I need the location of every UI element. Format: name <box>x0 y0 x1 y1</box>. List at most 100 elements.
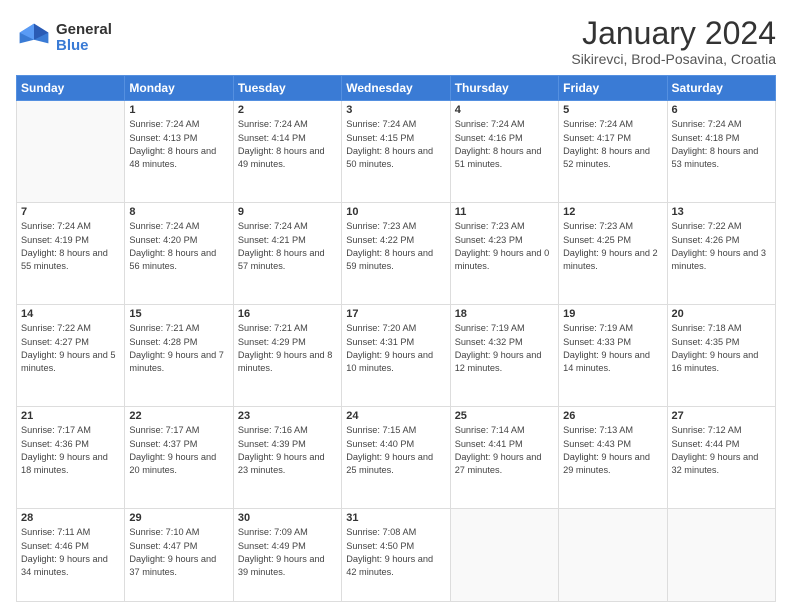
day-number: 4 <box>455 104 554 116</box>
day-info: Sunrise: 7:19 AM Sunset: 4:33 PM Dayligh… <box>563 322 662 375</box>
calendar-cell-w0d5: 5 Sunrise: 7:24 AM Sunset: 4:17 PM Daylig… <box>559 101 667 203</box>
calendar-cell-w2d4: 18 Sunrise: 7:19 AM Sunset: 4:32 PM Dayli… <box>450 305 558 407</box>
day-number: 21 <box>21 410 120 422</box>
day-number: 29 <box>129 512 228 524</box>
calendar-cell-w0d0 <box>17 101 125 203</box>
calendar-cell-w1d1: 8 Sunrise: 7:24 AM Sunset: 4:20 PM Daylig… <box>125 203 233 305</box>
day-number: 26 <box>563 410 662 422</box>
calendar-cell-w0d3: 3 Sunrise: 7:24 AM Sunset: 4:15 PM Daylig… <box>342 101 450 203</box>
day-number: 15 <box>129 308 228 320</box>
day-number: 14 <box>21 308 120 320</box>
calendar-cell-w4d4 <box>450 509 558 602</box>
day-number: 19 <box>563 308 662 320</box>
day-info: Sunrise: 7:24 AM Sunset: 4:18 PM Dayligh… <box>672 118 771 171</box>
day-number: 27 <box>672 410 771 422</box>
calendar-cell-w1d2: 9 Sunrise: 7:24 AM Sunset: 4:21 PM Daylig… <box>233 203 341 305</box>
calendar-cell-w4d3: 31 Sunrise: 7:08 AM Sunset: 4:50 PM Dayli… <box>342 509 450 602</box>
header-thursday: Thursday <box>450 76 558 101</box>
calendar-cell-w2d2: 16 Sunrise: 7:21 AM Sunset: 4:29 PM Dayli… <box>233 305 341 407</box>
day-info: Sunrise: 7:22 AM Sunset: 4:26 PM Dayligh… <box>672 220 771 273</box>
calendar-cell-w3d1: 22Sunrise: 7:17 AM Sunset: 4:37 PM Dayli… <box>125 407 233 509</box>
day-info: Sunrise: 7:23 AM Sunset: 4:25 PM Dayligh… <box>563 220 662 273</box>
day-number: 18 <box>455 308 554 320</box>
calendar-cell-w0d4: 4 Sunrise: 7:24 AM Sunset: 4:16 PM Daylig… <box>450 101 558 203</box>
day-info: Sunrise: 7:15 AM Sunset: 4:40 PM Dayligh… <box>346 424 445 477</box>
day-number: 10 <box>346 206 445 218</box>
header-monday: Monday <box>125 76 233 101</box>
calendar-cell-w3d0: 21 Sunrise: 7:17 AM Sunset: 4:36 PM Dayli… <box>17 407 125 509</box>
week-row-4: 28 Sunrise: 7:11 AM Sunset: 4:46 PM Dayli… <box>17 509 776 602</box>
page: General Blue January 2024 Sikirevci, Bro… <box>0 0 792 612</box>
day-info: Sunrise: 7:19 AM Sunset: 4:32 PM Dayligh… <box>455 322 554 375</box>
day-info: Sunrise: 7:24 AM Sunset: 4:21 PM Dayligh… <box>238 220 337 273</box>
day-number: 12 <box>563 206 662 218</box>
day-number: 25 <box>455 410 554 422</box>
day-info: Sunrise: 7:24 AM Sunset: 4:13 PM Dayligh… <box>129 118 228 171</box>
day-number: 3 <box>346 104 445 116</box>
calendar-cell-w4d0: 28 Sunrise: 7:11 AM Sunset: 4:46 PM Dayli… <box>17 509 125 602</box>
day-number: 28 <box>21 512 120 524</box>
day-info: Sunrise: 7:17 AM Sunset: 4:36 PM Dayligh… <box>21 424 120 477</box>
day-number: 11 <box>455 206 554 218</box>
day-number: 8 <box>129 206 228 218</box>
header-friday: Friday <box>559 76 667 101</box>
day-info: Sunrise: 7:24 AM Sunset: 4:17 PM Dayligh… <box>563 118 662 171</box>
day-info: Sunrise: 7:24 AM Sunset: 4:14 PM Dayligh… <box>238 118 337 171</box>
day-number: 23 <box>238 410 337 422</box>
day-info: Sunrise: 7:21 AM Sunset: 4:28 PM Dayligh… <box>129 322 228 375</box>
calendar-cell-w4d5 <box>559 509 667 602</box>
day-info: Sunrise: 7:14 AM Sunset: 4:41 PM Dayligh… <box>455 424 554 477</box>
day-number: 20 <box>672 308 771 320</box>
day-info: Sunrise: 7:11 AM Sunset: 4:46 PM Dayligh… <box>21 526 120 579</box>
day-info: Sunrise: 7:13 AM Sunset: 4:43 PM Dayligh… <box>563 424 662 477</box>
day-number: 16 <box>238 308 337 320</box>
day-info: Sunrise: 7:24 AM Sunset: 4:15 PM Dayligh… <box>346 118 445 171</box>
logo-blue-text: Blue <box>56 38 112 55</box>
logo-text: General Blue <box>56 22 112 55</box>
week-row-0: 1Sunrise: 7:24 AM Sunset: 4:13 PM Daylig… <box>17 101 776 203</box>
header-wednesday: Wednesday <box>342 76 450 101</box>
day-number: 13 <box>672 206 771 218</box>
day-number: 24 <box>346 410 445 422</box>
header: General Blue January 2024 Sikirevci, Bro… <box>16 16 776 67</box>
month-title: January 2024 <box>571 16 776 51</box>
calendar-cell-w0d2: 2Sunrise: 7:24 AM Sunset: 4:14 PM Daylig… <box>233 101 341 203</box>
day-info: Sunrise: 7:24 AM Sunset: 4:16 PM Dayligh… <box>455 118 554 171</box>
calendar-cell-w2d5: 19 Sunrise: 7:19 AM Sunset: 4:33 PM Dayli… <box>559 305 667 407</box>
header-tuesday: Tuesday <box>233 76 341 101</box>
day-number: 6 <box>672 104 771 116</box>
day-number: 5 <box>563 104 662 116</box>
week-row-1: 7Sunrise: 7:24 AM Sunset: 4:19 PM Daylig… <box>17 203 776 305</box>
title-section: January 2024 Sikirevci, Brod-Posavina, C… <box>571 16 776 67</box>
calendar-cell-w0d6: 6 Sunrise: 7:24 AM Sunset: 4:18 PM Daylig… <box>667 101 775 203</box>
calendar-table: Sunday Monday Tuesday Wednesday Thursday… <box>16 75 776 602</box>
day-info: Sunrise: 7:08 AM Sunset: 4:50 PM Dayligh… <box>346 526 445 579</box>
calendar-cell-w4d6 <box>667 509 775 602</box>
calendar-cell-w3d4: 25 Sunrise: 7:14 AM Sunset: 4:41 PM Dayli… <box>450 407 558 509</box>
calendar-cell-w1d5: 12 Sunrise: 7:23 AM Sunset: 4:25 PM Dayli… <box>559 203 667 305</box>
calendar-cell-w4d1: 29Sunrise: 7:10 AM Sunset: 4:47 PM Dayli… <box>125 509 233 602</box>
logo: General Blue <box>16 20 112 56</box>
calendar-cell-w2d1: 15 Sunrise: 7:21 AM Sunset: 4:28 PM Dayli… <box>125 305 233 407</box>
calendar-cell-w2d3: 17Sunrise: 7:20 AM Sunset: 4:31 PM Dayli… <box>342 305 450 407</box>
calendar-body: 1Sunrise: 7:24 AM Sunset: 4:13 PM Daylig… <box>17 101 776 602</box>
location: Sikirevci, Brod-Posavina, Croatia <box>571 51 776 67</box>
calendar-cell-w1d0: 7Sunrise: 7:24 AM Sunset: 4:19 PM Daylig… <box>17 203 125 305</box>
header-sunday: Sunday <box>17 76 125 101</box>
calendar-header: Sunday Monday Tuesday Wednesday Thursday… <box>17 76 776 101</box>
calendar-cell-w0d1: 1Sunrise: 7:24 AM Sunset: 4:13 PM Daylig… <box>125 101 233 203</box>
calendar-cell-w2d0: 14Sunrise: 7:22 AM Sunset: 4:27 PM Dayli… <box>17 305 125 407</box>
day-info: Sunrise: 7:12 AM Sunset: 4:44 PM Dayligh… <box>672 424 771 477</box>
day-info: Sunrise: 7:24 AM Sunset: 4:20 PM Dayligh… <box>129 220 228 273</box>
calendar-cell-w3d3: 24 Sunrise: 7:15 AM Sunset: 4:40 PM Dayli… <box>342 407 450 509</box>
day-number: 9 <box>238 206 337 218</box>
day-info: Sunrise: 7:09 AM Sunset: 4:49 PM Dayligh… <box>238 526 337 579</box>
calendar-cell-w1d4: 11Sunrise: 7:23 AM Sunset: 4:23 PM Dayli… <box>450 203 558 305</box>
day-info: Sunrise: 7:21 AM Sunset: 4:29 PM Dayligh… <box>238 322 337 375</box>
day-number: 17 <box>346 308 445 320</box>
day-number: 31 <box>346 512 445 524</box>
logo-general-text: General <box>56 22 112 39</box>
day-info: Sunrise: 7:18 AM Sunset: 4:35 PM Dayligh… <box>672 322 771 375</box>
day-number: 7 <box>21 206 120 218</box>
header-saturday: Saturday <box>667 76 775 101</box>
